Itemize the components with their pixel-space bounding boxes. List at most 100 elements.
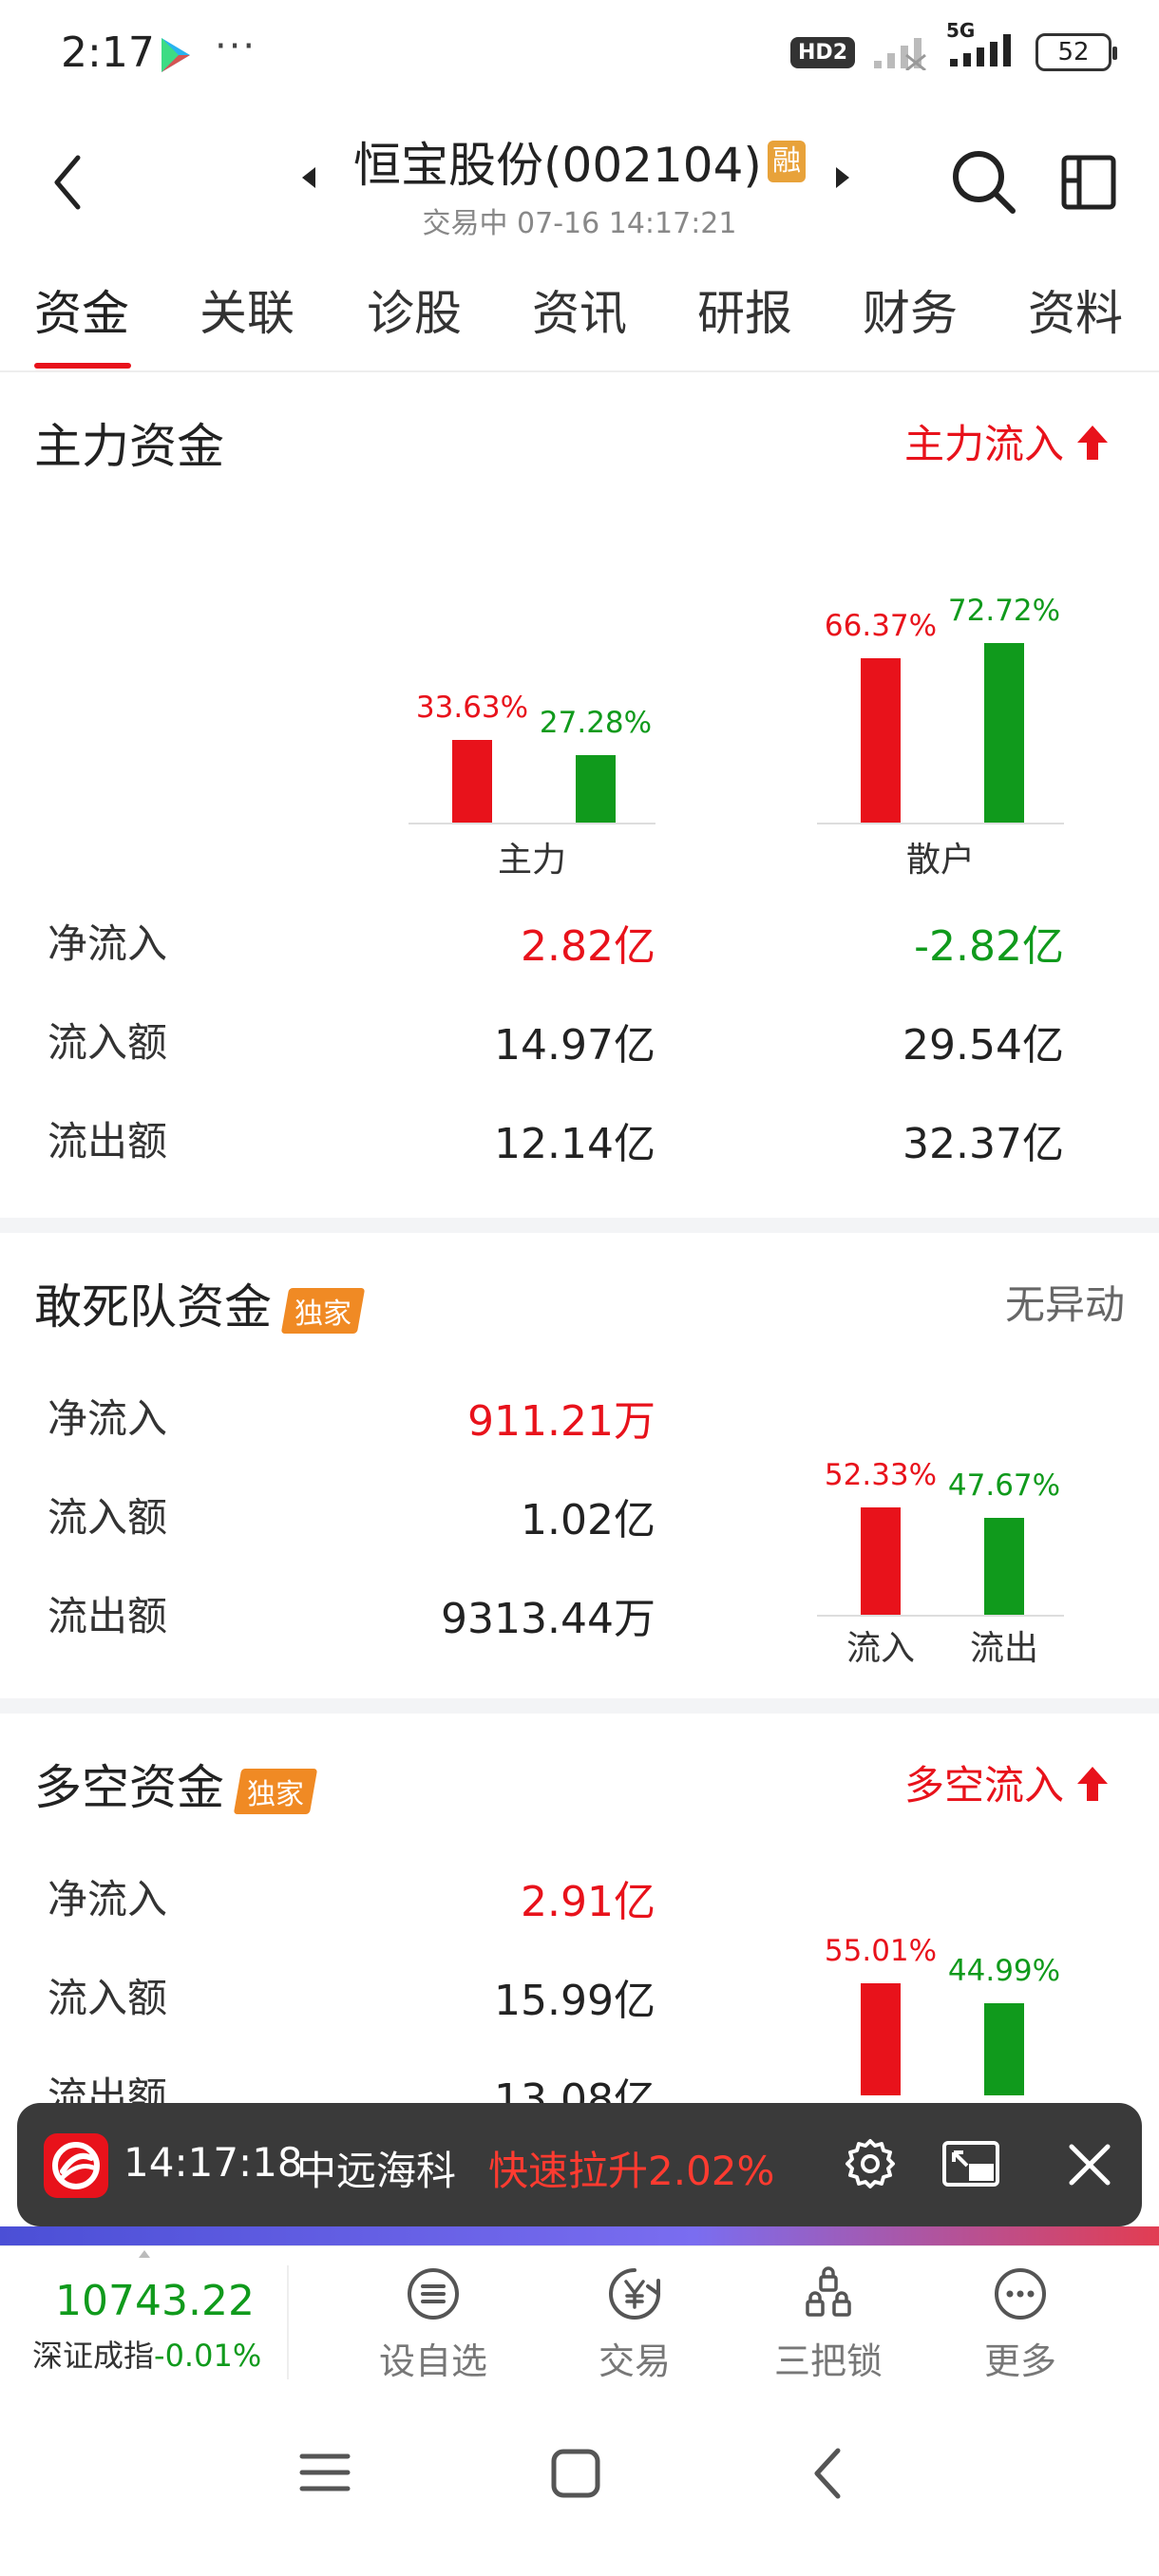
main-category-label: 主力 [497,841,566,880]
long-short-status: 多空流入 [904,1753,1109,1811]
dare-inflow-amount: 1.02亿 [521,1496,656,1544]
ls-inflow-amount: 15.99亿 [494,1977,656,2025]
retail-inflow-amount: 29.54亿 [902,1021,1064,1070]
retail-outflow-pct: 72.72% [947,593,1061,628]
three-locks-button[interactable]: 三把锁 [757,2265,900,2384]
more-button[interactable]: 更多 [949,2265,1092,2384]
nav-label: 三把锁 [773,2340,883,2382]
retail-inflow-pct: 66.37% [824,609,938,644]
row-label: 净流入 [48,1876,168,1923]
margin-trading-badge: 融 [767,141,806,182]
gear-icon[interactable] [842,2135,899,2192]
home-icon[interactable] [549,2447,602,2500]
lock-group-icon [806,2266,851,2317]
stock-header: 恒宝股份(002104) 融 交易中 07-16 14:17:21 [0,114,1159,247]
signal-weak-icon [874,38,926,70]
layout-switch-icon[interactable] [1058,152,1119,213]
retail-net-inflow: -2.82亿 [914,922,1064,971]
dare-inflow-bar [861,1507,901,1615]
tab-related[interactable]: 关联 [200,275,294,344]
dare-fund-status: 无异动 [1004,1281,1125,1328]
main-inflow-amount: 14.97亿 [494,1021,656,1070]
ls-inflow-pct: 55.01% [824,1933,938,1968]
chart-baseline [817,1615,1064,1617]
stock-title: 恒宝股份(002104) [353,138,762,193]
section-separator [0,1698,1159,1714]
yuan-icon [609,2268,660,2320]
row-label: 净流入 [48,1395,168,1442]
exclusive-tag: 独家 [233,1768,318,1814]
outflow-label: 流出 [969,1629,1038,1668]
row-label: 流入额 [48,1019,168,1066]
alert-event: 快速拉升2.02% [488,2148,775,2194]
row-label: 流出额 [48,1593,168,1639]
hd-badge: HD2 [790,36,855,68]
trading-status: 交易中 07-16 14:17:21 [422,207,737,240]
main-inflow-bar [452,739,492,823]
system-navigation-bar [0,2388,1159,2576]
row-label: 流入额 [48,1494,168,1541]
alert-stock-name: 中远海科 [296,2148,457,2194]
chart-baseline [817,823,1064,824]
dare-outflow-bar [984,1517,1024,1615]
bottom-toolbar: 10743.22 深证成指-0.01% 设自选 交易 三把锁 更多 [0,2245,1159,2388]
ls-outflow-bar [984,2003,1024,2095]
chart-baseline [408,823,656,824]
app-logo-icon [44,2133,108,2198]
status-time: 2:17 [61,28,155,77]
back-arrow-icon[interactable] [49,152,87,213]
retail-outflow-amount: 32.37亿 [902,1120,1064,1168]
nav-label: 设自选 [378,2340,487,2382]
retail-category-label: 散户 [905,841,975,880]
dare-outflow-pct: 47.67% [947,1468,1061,1503]
tab-news[interactable]: 资讯 [532,275,627,344]
index-name[interactable]: 深证成指-0.01% [32,2332,261,2376]
retail-outflow-bar [984,642,1024,823]
inflow-label: 流入 [846,1629,915,1668]
tab-diagnosis[interactable]: 诊股 [367,275,462,344]
divider [287,2265,289,2379]
tab-active-indicator [34,363,131,369]
row-label: 流出额 [48,1118,168,1165]
promo-banner[interactable] [0,2226,1159,2245]
tab-funds[interactable]: 资金 [34,275,129,344]
main-fund-status: 主力流入 [904,412,1109,470]
main-net-inflow: 2.82亿 [521,922,656,971]
row-label: 流入额 [48,1975,168,2021]
signal-5g: 5G [946,19,1018,72]
dare-net-inflow: 911.21万 [467,1397,656,1446]
tab-research[interactable]: 研报 [697,275,792,344]
index-value[interactable]: 10743.22 [55,2277,255,2325]
alert-time: 14:17:18 [124,2139,303,2186]
system-back-icon[interactable] [808,2445,846,2502]
ls-outflow-pct: 44.99% [947,1954,1061,1989]
status-bar: 2:17 ··· HD2 5G 52 [0,0,1159,114]
trade-button[interactable]: 交易 [563,2265,706,2384]
stock-alert-notification[interactable]: 14:17:18 中远海科 快速拉升2.02% [17,2103,1142,2226]
nav-label: 更多 [983,2340,1056,2382]
tab-financials[interactable]: 财务 [863,275,958,344]
ls-inflow-bar [861,1982,901,2095]
main-inflow-pct: 33.63% [415,690,529,725]
retail-inflow-bar [861,658,901,823]
divider [0,370,1159,372]
arrow-up-icon [1077,426,1109,460]
caret-up-icon [139,2250,150,2258]
main-outflow-amount: 12.14亿 [494,1120,656,1168]
more-icon [995,2268,1046,2320]
tab-profile[interactable]: 资料 [1028,275,1123,344]
next-stock-icon[interactable] [836,167,849,188]
picture-in-picture-icon[interactable] [940,2137,1001,2192]
close-icon[interactable] [1062,2137,1117,2192]
dare-outflow-amount: 9313.44万 [441,1595,656,1643]
section-title: 主力资金 [34,419,224,474]
main-outflow-pct: 27.28% [539,706,653,741]
recent-apps-icon[interactable] [298,2449,352,2496]
dare-inflow-pct: 52.33% [824,1458,938,1493]
add-watchlist-button[interactable]: 设自选 [362,2265,504,2384]
search-icon[interactable] [950,148,1018,217]
section-separator [0,1218,1159,1233]
play-store-icon [162,38,190,72]
ls-net-inflow: 2.91亿 [521,1878,656,1926]
row-label: 净流入 [48,920,168,967]
